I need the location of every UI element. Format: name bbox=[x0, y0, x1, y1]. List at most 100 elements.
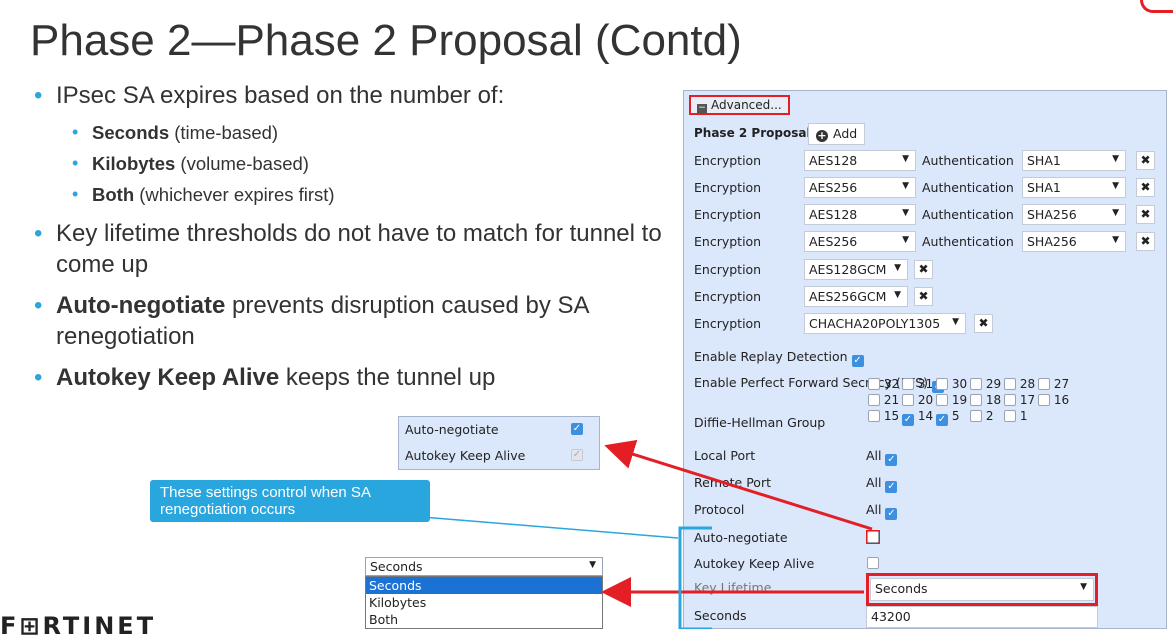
option-kilobytes[interactable]: Kilobytes bbox=[366, 594, 602, 611]
remote-port-all: All ✓ bbox=[866, 475, 898, 493]
dh-option[interactable]: 20 bbox=[902, 393, 936, 407]
local-port-checkbox[interactable]: ✓ bbox=[885, 454, 898, 466]
slide-title: Phase 2—Phase 2 Proposal (Contd) bbox=[30, 16, 742, 65]
remove-icon[interactable]: ✖ bbox=[1136, 151, 1155, 170]
dh-option[interactable]: 31 bbox=[902, 377, 936, 391]
plus-circle-icon: + bbox=[816, 129, 828, 142]
auto-negotiate-checkbox[interactable] bbox=[867, 531, 879, 543]
dh-option[interactable]: 15 bbox=[868, 409, 902, 423]
dh-checkbox[interactable] bbox=[1004, 410, 1016, 422]
dh-checkbox[interactable] bbox=[1038, 378, 1050, 390]
replay-detection-label: Enable Replay Detection ✓ bbox=[694, 349, 864, 367]
authentication-select[interactable]: SHA256 ▼ bbox=[1022, 204, 1126, 225]
dh-checkbox[interactable] bbox=[936, 394, 948, 406]
dh-option[interactable]: 32 bbox=[868, 377, 902, 391]
option-both[interactable]: Both bbox=[366, 611, 602, 628]
dh-value: 28 bbox=[1016, 377, 1036, 391]
sub-bullets: Seconds (time-based) Kilobytes (volume-b… bbox=[34, 117, 674, 210]
encryption-select[interactable]: AES128 ▼ bbox=[804, 150, 916, 171]
chevron-down-icon: ▼ bbox=[894, 263, 901, 273]
phase2-config-panel: − Advanced... Phase 2 Proposal + Add Encry… bbox=[683, 90, 1167, 629]
remove-icon[interactable]: ✖ bbox=[1136, 232, 1155, 251]
encryption-select[interactable]: AES256 ▼ bbox=[804, 231, 916, 252]
authentication-select[interactable]: SHA256 ▼ bbox=[1022, 231, 1126, 252]
settings-zoom-popup: Auto-negotiate ✓ Autokey Keep Alive ✓ bbox=[398, 416, 600, 470]
dh-option[interactable]: 28 bbox=[1004, 377, 1038, 391]
chevron-down-icon: ▼ bbox=[1080, 582, 1087, 592]
key-lifetime-label: Key Lifetime bbox=[694, 580, 772, 595]
encryption-select[interactable]: AES256GCM ▼ bbox=[804, 286, 908, 307]
protocol-checkbox[interactable]: ✓ bbox=[885, 508, 898, 520]
dh-option[interactable]: 16 bbox=[1038, 393, 1072, 407]
key-lifetime-select[interactable]: Seconds ▼ bbox=[870, 578, 1094, 601]
dh-option[interactable]: 29 bbox=[970, 377, 1004, 391]
bullet-3: Auto-negotiate prevents disruption cause… bbox=[34, 290, 674, 352]
dh-checkbox[interactable] bbox=[902, 378, 914, 390]
bullet-4: Autokey Keep Alive keeps the tunnel up bbox=[34, 362, 674, 393]
dh-option[interactable]: ✓ 5 bbox=[936, 409, 970, 426]
dh-checkbox[interactable] bbox=[868, 378, 880, 390]
dh-option[interactable]: ✓ 14 bbox=[902, 409, 936, 426]
dh-option[interactable]: 30 bbox=[936, 377, 970, 391]
dh-checkbox[interactable] bbox=[902, 394, 914, 406]
dh-checkbox[interactable] bbox=[1004, 378, 1016, 390]
remove-icon[interactable]: ✖ bbox=[1136, 178, 1155, 197]
dh-option[interactable]: 21 bbox=[868, 393, 902, 407]
dh-checkbox[interactable] bbox=[970, 378, 982, 390]
popup-autokey-checkbox[interactable]: ✓ bbox=[571, 449, 583, 461]
bullet-1: IPsec SA expires based on the number of: bbox=[34, 80, 674, 111]
sub-bullet-both: Both (whichever expires first) bbox=[34, 179, 674, 210]
dh-option[interactable]: 2 bbox=[970, 409, 1004, 423]
chevron-down-icon: ▼ bbox=[1112, 235, 1119, 245]
dh-row: 15 ✓ 14 ✓ 5 2 1 bbox=[868, 409, 1072, 426]
fortinet-logo: F⊞RTINET bbox=[0, 612, 157, 640]
dh-value: 17 bbox=[1016, 393, 1036, 407]
dh-checkbox[interactable] bbox=[1038, 394, 1050, 406]
dh-checkbox[interactable]: ✓ bbox=[902, 414, 914, 426]
encryption-select[interactable]: CHACHA20POLY1305 ▼ bbox=[804, 313, 966, 334]
replay-detection-checkbox[interactable]: ✓ bbox=[851, 355, 864, 367]
dh-option[interactable]: 1 bbox=[1004, 409, 1038, 423]
popup-auto-negotiate-label: Auto-negotiate bbox=[405, 422, 499, 437]
callout-pointer bbox=[409, 515, 679, 539]
dh-checkbox[interactable] bbox=[1004, 394, 1016, 406]
advanced-button[interactable]: − Advanced... bbox=[689, 95, 790, 115]
seconds-input[interactable]: 43200 bbox=[866, 606, 1098, 628]
remote-port-checkbox[interactable]: ✓ bbox=[885, 481, 898, 493]
encryption-select[interactable]: AES128 ▼ bbox=[804, 204, 916, 225]
remove-icon[interactable]: ✖ bbox=[974, 314, 993, 333]
dh-checkbox[interactable] bbox=[970, 394, 982, 406]
encryption-select[interactable]: AES128GCM ▼ bbox=[804, 259, 908, 280]
add-proposal-button[interactable]: + Add bbox=[808, 123, 866, 145]
authentication-select[interactable]: SHA1 ▼ bbox=[1022, 177, 1126, 198]
popup-auto-negotiate-checkbox[interactable]: ✓ bbox=[571, 423, 583, 435]
dh-checkbox[interactable] bbox=[868, 394, 880, 406]
remove-icon[interactable]: ✖ bbox=[914, 260, 933, 279]
dh-row: 32 31 30 29 28 27 bbox=[868, 377, 1072, 393]
dh-value: 32 bbox=[880, 377, 900, 391]
dropdown-options: Seconds Kilobytes Both bbox=[365, 576, 603, 629]
chevron-down-icon: ▼ bbox=[952, 317, 959, 327]
bullet-list: IPsec SA expires based on the number of:… bbox=[34, 80, 674, 403]
dh-value: 31 bbox=[914, 377, 934, 391]
autokey-label: Autokey Keep Alive bbox=[694, 556, 815, 571]
corner-tab bbox=[1140, 0, 1173, 13]
dh-option[interactable]: 17 bbox=[1004, 393, 1038, 407]
dh-checkbox[interactable] bbox=[868, 410, 880, 422]
dropdown-current[interactable]: Seconds ▼ bbox=[365, 557, 603, 576]
dh-checkbox[interactable]: ✓ bbox=[936, 414, 948, 426]
chevron-down-icon: ▼ bbox=[902, 208, 909, 218]
dh-checkbox[interactable] bbox=[970, 410, 982, 422]
dh-value: 21 bbox=[880, 393, 900, 407]
authentication-select[interactable]: SHA1 ▼ bbox=[1022, 150, 1126, 171]
dh-option[interactable]: 19 bbox=[936, 393, 970, 407]
dh-checkbox[interactable] bbox=[936, 378, 948, 390]
option-seconds[interactable]: Seconds bbox=[366, 577, 602, 594]
remove-icon[interactable]: ✖ bbox=[1136, 205, 1155, 224]
autokey-checkbox[interactable] bbox=[867, 557, 879, 569]
encryption-select[interactable]: AES256 ▼ bbox=[804, 177, 916, 198]
proposal-row: Encryption AES128 ▼ Authentication SHA1 ▼ … bbox=[684, 148, 1166, 175]
dh-option[interactable]: 18 bbox=[970, 393, 1004, 407]
remove-icon[interactable]: ✖ bbox=[914, 287, 933, 306]
dh-option[interactable]: 27 bbox=[1038, 377, 1072, 391]
